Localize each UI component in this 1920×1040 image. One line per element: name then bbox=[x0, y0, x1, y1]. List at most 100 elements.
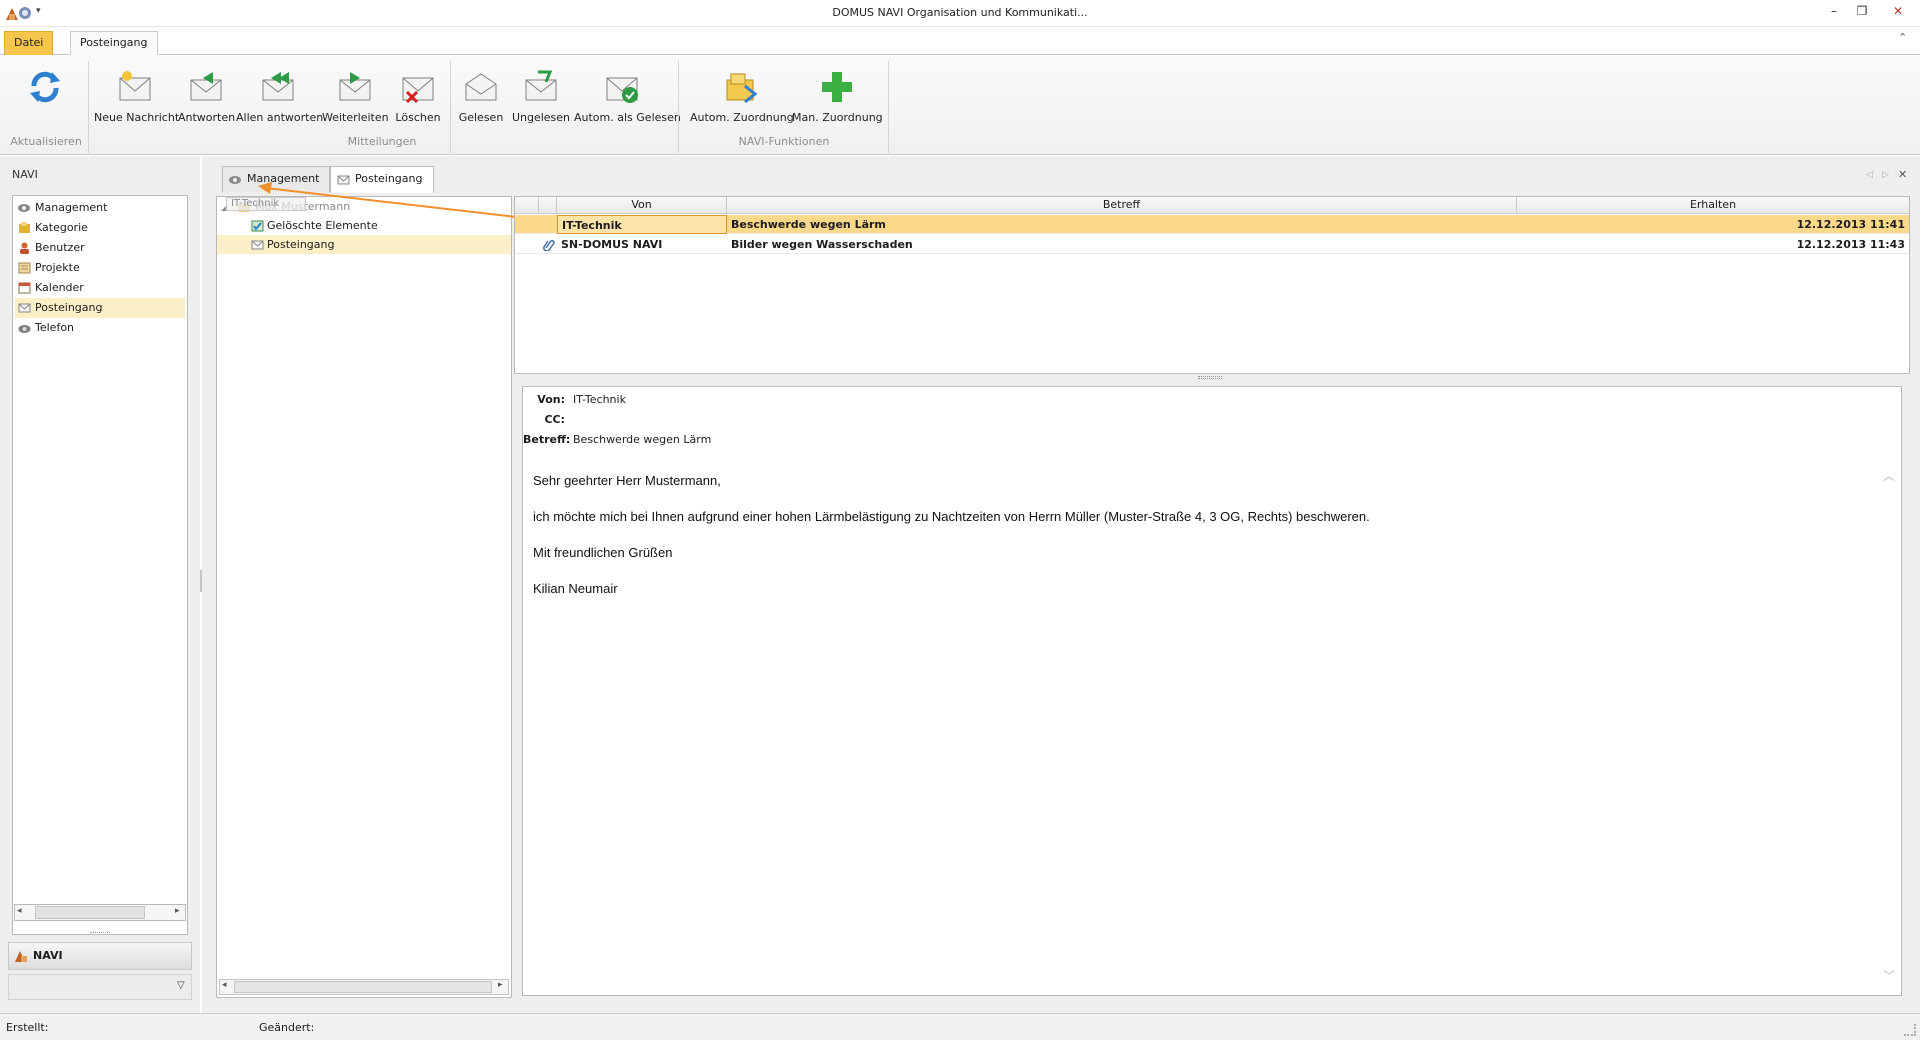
minimize-icon[interactable]: – bbox=[1820, 2, 1848, 22]
ribbon-separator bbox=[88, 61, 89, 153]
nav-item-label: Benutzer bbox=[35, 241, 85, 254]
nav-footer-label: NAVI bbox=[33, 949, 63, 962]
auto-read-button[interactable]: Autom. als Gelesen bbox=[574, 61, 681, 137]
nav-item-label: Kategorie bbox=[35, 221, 88, 234]
inbox-icon bbox=[251, 239, 264, 251]
scroll-thumb[interactable] bbox=[35, 906, 145, 919]
management-icon bbox=[18, 202, 31, 214]
tree-horizontal-scrollbar[interactable]: ◂ ▸ bbox=[219, 979, 509, 995]
group-label-navi-funktionen: NAVI-Funktionen bbox=[738, 135, 830, 148]
tab-scroll-right-icon[interactable]: ▷ bbox=[1882, 170, 1889, 180]
tab-datei[interactable]: Datei bbox=[4, 31, 54, 55]
new-mail-icon bbox=[116, 68, 154, 106]
project-icon bbox=[18, 262, 31, 274]
new-message-label: Neue Nachricht bbox=[94, 111, 180, 124]
resize-grip[interactable] bbox=[1904, 1024, 1916, 1036]
window-title: DOMUS NAVI Organisation und Kommunikati.… bbox=[832, 6, 1088, 19]
group-label-mitteilungen: Mitteilungen bbox=[347, 135, 417, 148]
nav-item-projekte[interactable]: Projekte bbox=[15, 258, 185, 278]
tab-posteingang[interactable]: Posteingang bbox=[70, 31, 158, 55]
splitter-grip[interactable] bbox=[90, 932, 110, 935]
from-value: IT-Technik bbox=[573, 393, 626, 406]
scroll-thumb[interactable] bbox=[234, 981, 492, 993]
subject-value: Beschwerde wegen Lärm bbox=[573, 433, 712, 446]
mark-read-button[interactable]: Gelesen bbox=[454, 61, 508, 137]
paperclip-icon bbox=[543, 238, 555, 251]
manual-assign-button[interactable]: Man. Zuordnung bbox=[792, 61, 883, 137]
nav-item-label: Projekte bbox=[35, 261, 80, 274]
nav-horizontal-scrollbar[interactable]: ◂ ▸ bbox=[14, 904, 186, 921]
reply-all-button[interactable]: Allen antworten bbox=[236, 61, 324, 137]
navi-logo-icon bbox=[14, 949, 28, 963]
ribbon-tab-row: Datei Posteingang ⌃ bbox=[0, 27, 1920, 55]
nav-item-kalender[interactable]: Kalender bbox=[15, 278, 185, 298]
auto-read-icon bbox=[603, 68, 641, 106]
nav-item-benutzer[interactable]: Benutzer bbox=[15, 238, 185, 258]
body-paragraph: Mit freundlichen Grüßen bbox=[533, 545, 673, 560]
from-label: Von: bbox=[537, 393, 565, 406]
column-header-von[interactable]: Von bbox=[557, 197, 727, 214]
close-tab-icon[interactable]: ✕ bbox=[1898, 168, 1907, 181]
table-row[interactable]: IT-Technik Beschwerde wegen Lärm 12.12.2… bbox=[515, 215, 1909, 234]
nav-item-kategorie[interactable]: Kategorie bbox=[15, 218, 185, 238]
message-subject: Beschwerde wegen Lärm bbox=[731, 218, 886, 231]
column-header-flag[interactable] bbox=[515, 197, 539, 214]
ribbon-separator bbox=[678, 61, 679, 153]
new-message-button[interactable]: Neue Nachricht bbox=[94, 61, 180, 137]
manual-assign-label: Man. Zuordnung bbox=[792, 111, 883, 124]
forward-icon bbox=[336, 68, 374, 106]
column-header-attachment[interactable] bbox=[539, 197, 557, 214]
created-label: Erstellt: bbox=[6, 1021, 49, 1034]
nav-item-label: Posteingang bbox=[35, 301, 103, 314]
nav-item-management[interactable]: Management bbox=[15, 198, 185, 218]
inbox-icon bbox=[18, 302, 31, 314]
unread-mail-icon bbox=[522, 68, 560, 106]
category-icon bbox=[18, 222, 31, 234]
scroll-right-icon[interactable]: ▸ bbox=[175, 906, 180, 916]
reply-button[interactable]: Antworten bbox=[178, 61, 235, 137]
restore-icon[interactable]: ❐ bbox=[1848, 2, 1876, 22]
scroll-up-icon[interactable]: ︿ bbox=[1883, 467, 1895, 484]
delete-button[interactable]: Löschen bbox=[390, 61, 446, 137]
reply-icon bbox=[187, 68, 225, 106]
tree-item-inbox[interactable]: Posteingang bbox=[217, 235, 511, 254]
splitter-grip[interactable] bbox=[1198, 376, 1222, 379]
nav-footer-options[interactable]: ▽ bbox=[8, 974, 192, 1000]
mark-unread-button[interactable]: Ungelesen bbox=[510, 61, 572, 137]
reply-all-icon bbox=[259, 68, 297, 106]
forward-button[interactable]: Weiterleiten bbox=[322, 61, 389, 137]
collapse-ribbon-icon[interactable]: ⌃ bbox=[1898, 31, 1907, 44]
content-area: Management Posteingang ◁ ▷ ✕ ◢ Max Muste… bbox=[202, 156, 1920, 1013]
ribbon-separator bbox=[888, 61, 889, 153]
refresh-button[interactable] bbox=[16, 61, 74, 137]
status-bar: Erstellt: Geändert: bbox=[0, 1013, 1920, 1040]
nav-item-posteingang[interactable]: Posteingang bbox=[15, 298, 185, 318]
body-paragraph: ich möchte mich bei Ihnen aufgrund einer… bbox=[533, 509, 1370, 524]
column-header-betreff[interactable]: Betreff bbox=[727, 197, 1517, 214]
nav-footer-button[interactable]: NAVI bbox=[8, 942, 192, 970]
auto-assign-button[interactable]: Autom. Zuordnung bbox=[690, 61, 794, 137]
message-from: IT-Technik bbox=[557, 215, 727, 234]
manual-assign-icon bbox=[818, 68, 856, 106]
changed-label: Geändert: bbox=[259, 1021, 315, 1034]
scroll-down-icon[interactable]: ﹀ bbox=[1883, 967, 1895, 984]
body-paragraph: Sehr geehrter Herr Mustermann, bbox=[533, 473, 721, 488]
message-list: Von Betreff Erhalten IT-Technik Beschwer… bbox=[514, 196, 1910, 374]
ribbon: Aktualisieren Neue Nachricht Antworten A… bbox=[0, 55, 1920, 155]
close-icon[interactable]: ✕ bbox=[1884, 2, 1912, 22]
tab-scroll-left-icon[interactable]: ◁ bbox=[1866, 170, 1873, 180]
title-bar: ▾ DOMUS NAVI Organisation und Kommunikat… bbox=[0, 0, 1920, 27]
tree-item-label: Posteingang bbox=[267, 238, 335, 251]
column-header-erhalten[interactable]: Erhalten bbox=[1517, 197, 1909, 214]
reply-all-label: Allen antworten bbox=[236, 111, 324, 124]
table-row[interactable]: SN-DOMUS NAVI Bilder wegen Wasserschaden… bbox=[515, 235, 1909, 254]
scroll-left-icon[interactable]: ◂ bbox=[222, 980, 227, 990]
nav-item-telefon[interactable]: Telefon bbox=[15, 318, 185, 338]
scroll-left-icon[interactable]: ◂ bbox=[17, 906, 22, 916]
refresh-icon bbox=[26, 68, 64, 106]
chevron-down-icon[interactable]: ▽ bbox=[177, 980, 185, 991]
drag-arrow bbox=[258, 182, 543, 221]
nav-list: Management Kategorie Benutzer Projekte K… bbox=[12, 195, 188, 935]
scroll-right-icon[interactable]: ▸ bbox=[498, 980, 503, 990]
body-paragraph: Kilian Neumair bbox=[533, 581, 618, 596]
